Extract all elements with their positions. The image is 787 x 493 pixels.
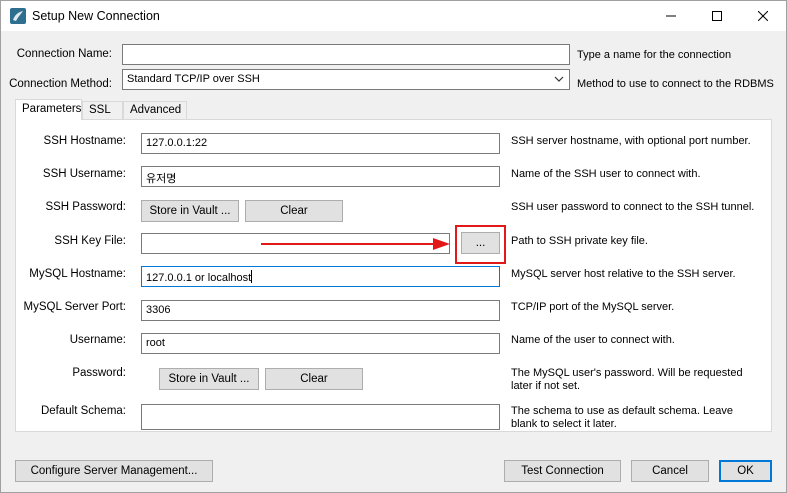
minimize-button[interactable] bbox=[648, 1, 694, 31]
tab-parameters[interactable]: Parameters bbox=[15, 99, 82, 120]
password-hint-line2: later if not set. bbox=[511, 380, 581, 392]
default-schema-hint-line2: blank to select it later. bbox=[511, 418, 617, 430]
ssh-hostname-label: SSH Hostname: bbox=[43, 135, 126, 147]
tab-ssl[interactable]: SSL bbox=[82, 101, 123, 120]
title-bar: Setup New Connection bbox=[1, 1, 786, 31]
password-hint-line1: The MySQL user's password. Will be reque… bbox=[511, 367, 743, 379]
connection-method-value: Standard TCP/IP over SSH bbox=[127, 73, 260, 85]
default-schema-hint-line1: The schema to use as default schema. Lea… bbox=[511, 405, 733, 417]
ssh-hostname-input[interactable]: 127.0.0.1:22 bbox=[141, 133, 500, 154]
connection-name-hint: Type a name for the connection bbox=[577, 49, 732, 61]
close-icon bbox=[758, 11, 768, 21]
test-connection-button[interactable]: Test Connection bbox=[504, 460, 621, 482]
ssh-username-input[interactable]: 유저명 bbox=[141, 166, 500, 187]
tab-advanced[interactable]: Advanced bbox=[123, 101, 187, 120]
clear-password-button[interactable]: Clear bbox=[265, 368, 363, 390]
default-schema-input[interactable] bbox=[141, 404, 500, 430]
configure-server-management-button[interactable]: Configure Server Management... bbox=[15, 460, 213, 482]
ssh-key-browse-button[interactable]: ... bbox=[461, 232, 500, 254]
connection-method-label: Connection Method: bbox=[9, 78, 112, 90]
ok-button[interactable]: OK bbox=[719, 460, 772, 482]
minimize-icon bbox=[666, 15, 676, 17]
username-label: Username: bbox=[69, 334, 126, 346]
parameters-panel: SSH Hostname: 127.0.0.1:22 SSH server ho… bbox=[15, 119, 772, 432]
maximize-icon bbox=[712, 11, 722, 21]
text-caret bbox=[251, 270, 253, 283]
connection-name-input[interactable] bbox=[122, 44, 570, 65]
ssh-username-hint: Name of the SSH user to connect with. bbox=[511, 168, 701, 180]
window-title: Setup New Connection bbox=[32, 9, 160, 23]
ssh-username-label: SSH Username: bbox=[42, 168, 126, 180]
cancel-button[interactable]: Cancel bbox=[631, 460, 709, 482]
store-in-vault-button[interactable]: Store in Vault ... bbox=[159, 368, 259, 390]
password-label: Password: bbox=[72, 367, 126, 379]
maximize-button[interactable] bbox=[694, 1, 740, 31]
mysql-hostname-input[interactable]: 127.0.0.1 or localhost bbox=[141, 266, 500, 287]
close-button[interactable] bbox=[740, 1, 786, 31]
ssh-hostname-hint: SSH server hostname, with optional port … bbox=[511, 135, 751, 147]
ssh-password-hint: SSH user password to connect to the SSH … bbox=[511, 201, 755, 213]
username-input[interactable]: root bbox=[141, 333, 500, 354]
default-schema-label: Default Schema: bbox=[40, 405, 126, 417]
mysql-port-label: MySQL Server Port: bbox=[23, 301, 126, 313]
chevron-down-icon bbox=[554, 76, 564, 82]
mysql-workbench-icon bbox=[10, 8, 26, 24]
mysql-port-input[interactable]: 3306 bbox=[141, 300, 500, 321]
ssh-clear-password-button[interactable]: Clear bbox=[245, 200, 343, 222]
mysql-hostname-value: 127.0.0.1 or localhost bbox=[146, 272, 252, 284]
connection-method-select[interactable]: Standard TCP/IP over SSH bbox=[122, 69, 570, 90]
mysql-port-hint: TCP/IP port of the MySQL server. bbox=[511, 301, 675, 313]
connection-name-label: Connection Name: bbox=[16, 48, 112, 60]
ssh-store-in-vault-button[interactable]: Store in Vault ... bbox=[141, 200, 239, 222]
red-arrow-annotation bbox=[261, 238, 450, 250]
username-hint: Name of the user to connect with. bbox=[511, 334, 675, 346]
connection-method-hint: Method to use to connect to the RDBMS bbox=[577, 78, 774, 90]
ssh-key-file-hint: Path to SSH private key file. bbox=[511, 235, 648, 247]
mysql-hostname-hint: MySQL server host relative to the SSH se… bbox=[511, 268, 736, 280]
mysql-hostname-label: MySQL Hostname: bbox=[29, 268, 126, 280]
ssh-key-file-label: SSH Key File: bbox=[54, 235, 126, 247]
ssh-password-label: SSH Password: bbox=[45, 201, 126, 213]
setup-connection-dialog: Setup New Connection Connection Name: Ty… bbox=[0, 0, 787, 493]
